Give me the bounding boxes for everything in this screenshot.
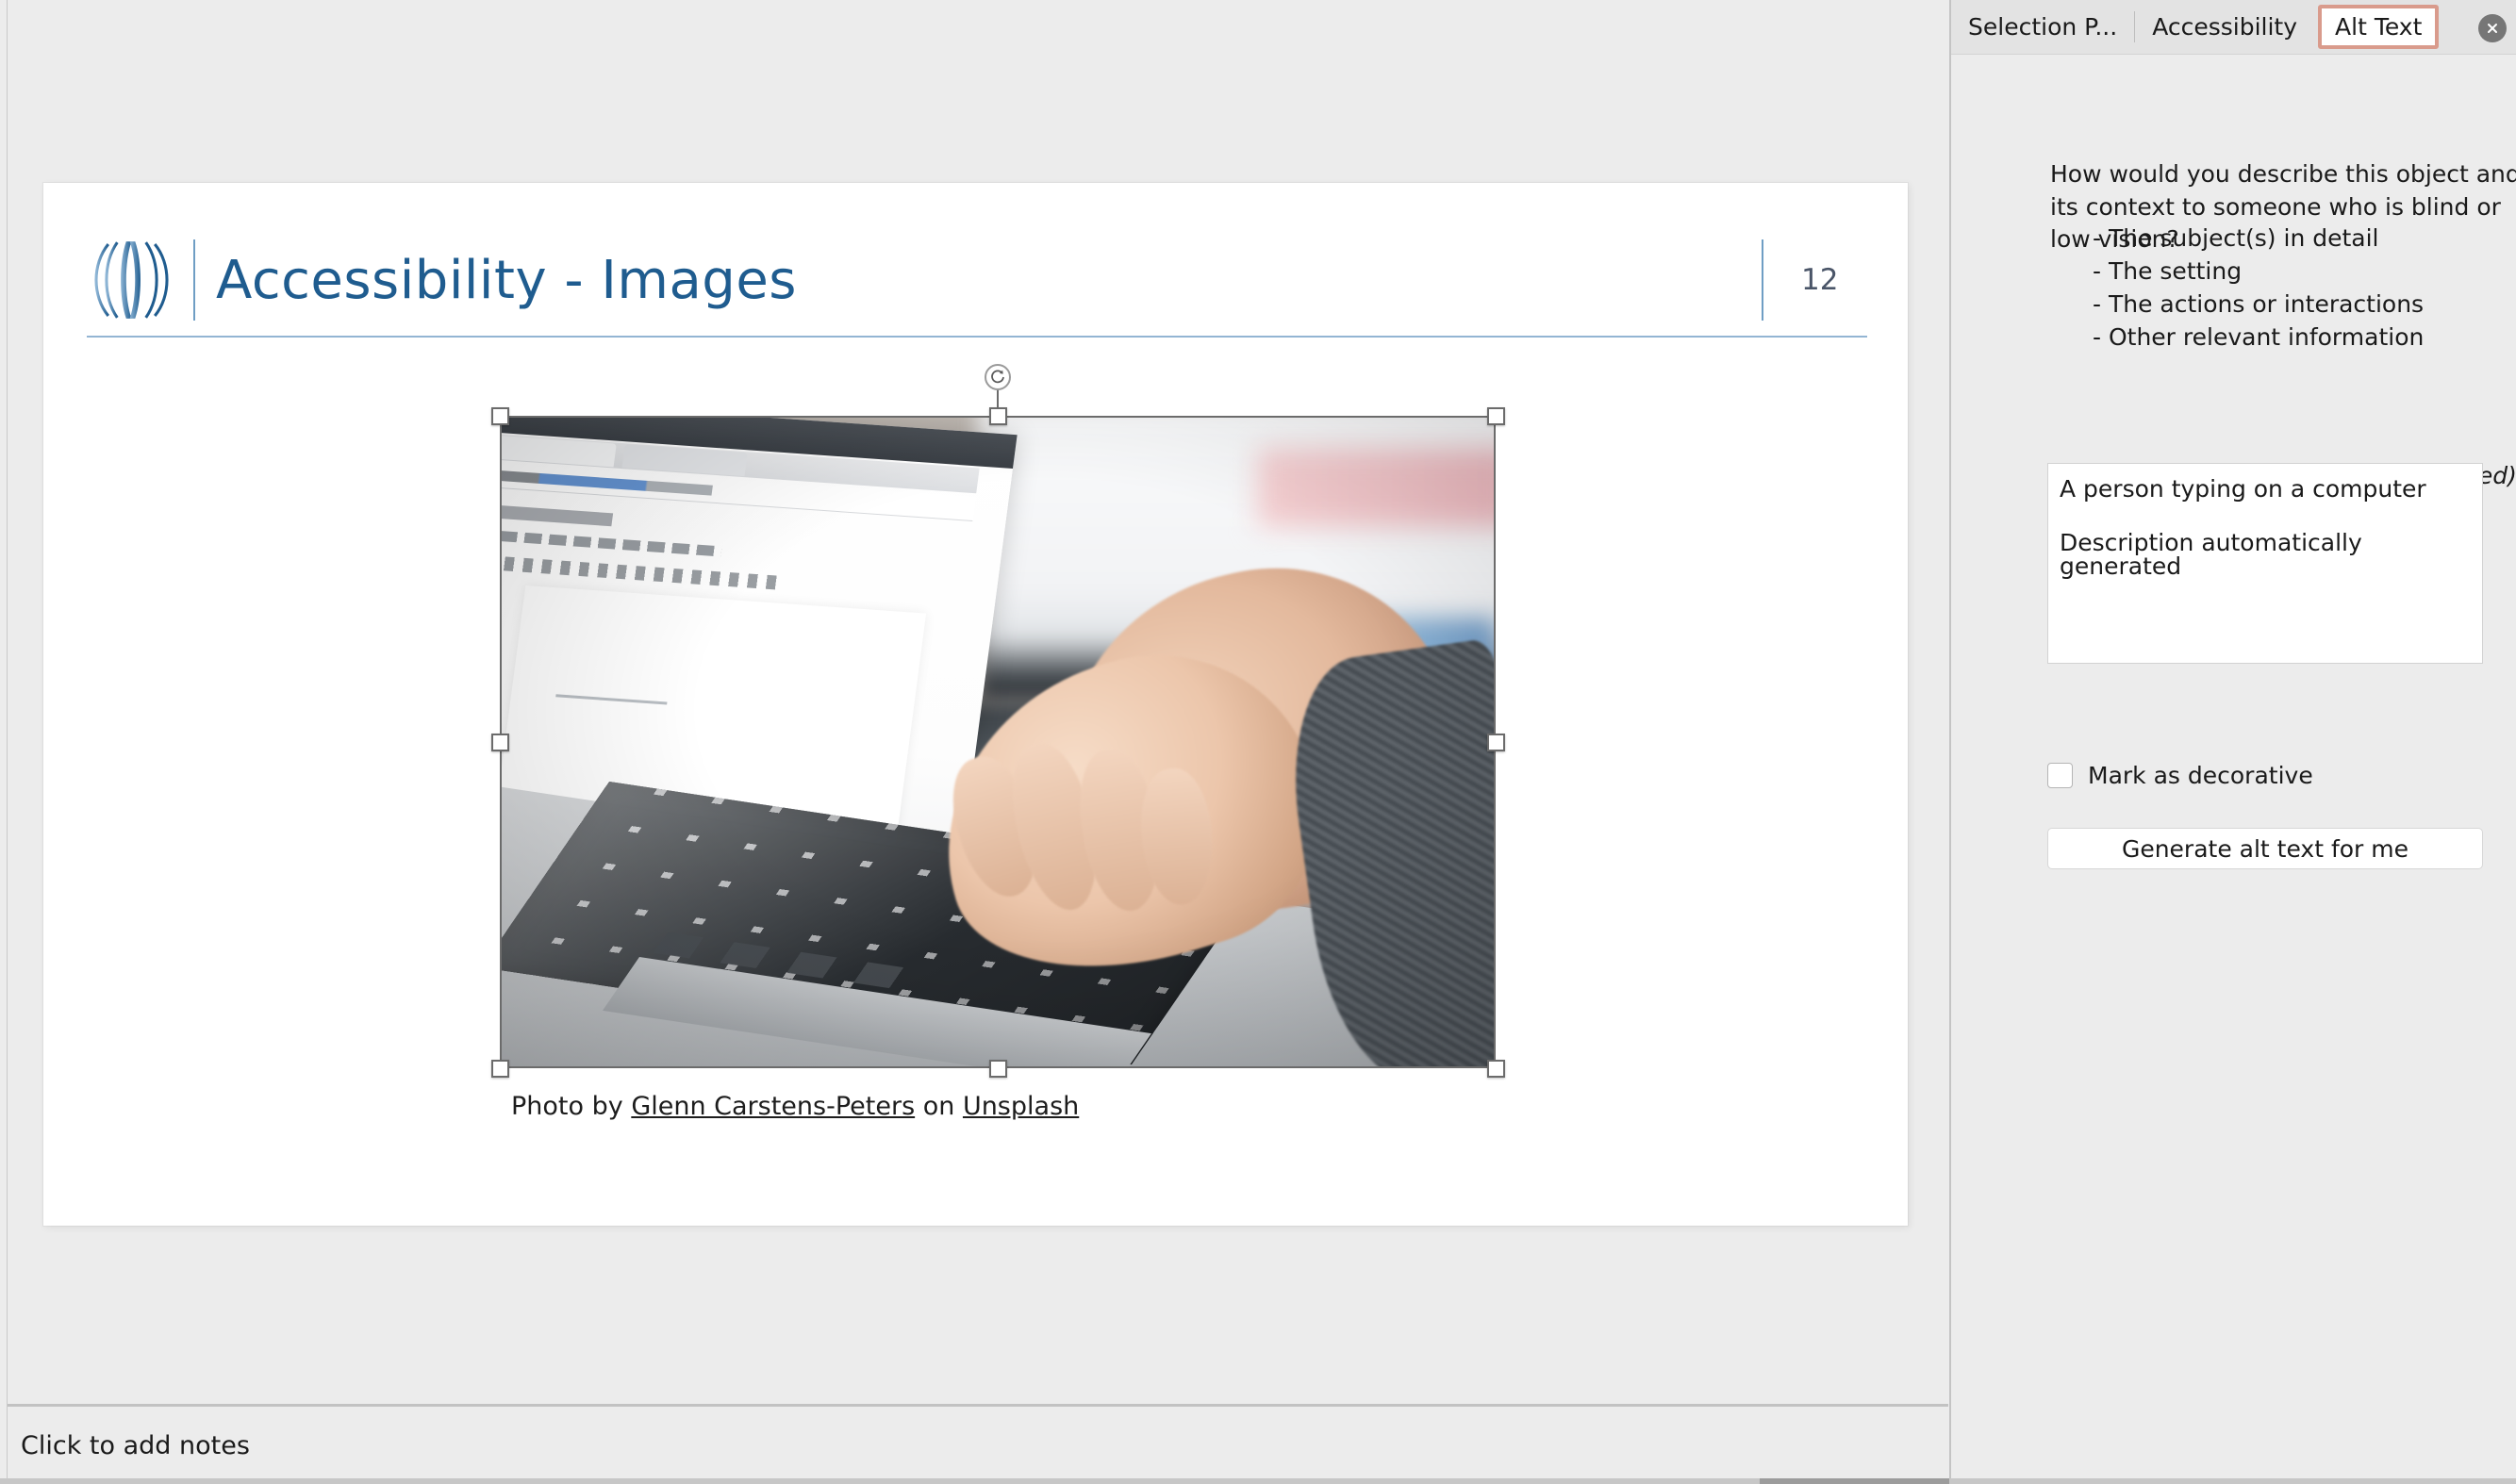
resize-handle-middle-left[interactable] bbox=[491, 734, 509, 751]
rotate-handle-icon[interactable] bbox=[985, 364, 1011, 390]
slide-image-laptop-typing[interactable] bbox=[500, 416, 1496, 1068]
alt-text-pane-body: How would you describe this object and i… bbox=[1951, 55, 2516, 1484]
mark-as-decorative-checkbox[interactable] bbox=[2047, 763, 2073, 788]
notes-placeholder[interactable]: Click to add notes bbox=[21, 1431, 250, 1460]
alt-text-input[interactable]: A person typing on a computer Descriptio… bbox=[2047, 463, 2483, 664]
tab-selection-pane[interactable]: Selection P... bbox=[1951, 0, 2134, 54]
resize-handle-top-left[interactable] bbox=[491, 407, 509, 425]
alt-text-task-pane: Selection P... Accessibility Alt Text Ho… bbox=[1949, 0, 2516, 1484]
slide-title-row[interactable]: Accessibility - Images 12 bbox=[87, 228, 1867, 332]
resize-handle-bottom-right[interactable] bbox=[1487, 1060, 1505, 1078]
task-pane-tabstrip: Selection P... Accessibility Alt Text bbox=[1951, 0, 2516, 55]
guidance-item: - The subject(s) in detail bbox=[2093, 224, 2379, 252]
caption-prefix: Photo by bbox=[511, 1092, 632, 1121]
slide-editor-area: Accessibility - Images 12 Photo by Glenn… bbox=[0, 0, 2118, 1484]
mark-as-decorative-row[interactable]: Mark as decorative bbox=[2047, 762, 2313, 789]
horizontal-scrollbar-track[interactable] bbox=[0, 1478, 1948, 1484]
image-caption[interactable]: Photo by Glenn Carstens-Peters on Unspla… bbox=[511, 1092, 1079, 1121]
slide-page-number: 12 bbox=[1801, 263, 1839, 297]
guidance-item: - The setting bbox=[2093, 257, 2243, 285]
globe-logo bbox=[94, 241, 169, 319]
resize-handle-top-center[interactable] bbox=[989, 407, 1007, 425]
resize-handle-middle-right[interactable] bbox=[1487, 734, 1505, 751]
close-icon bbox=[2488, 24, 2497, 33]
caption-source-link[interactable]: Unsplash bbox=[963, 1092, 1079, 1121]
guidance-item: - Other relevant information bbox=[2093, 323, 2425, 351]
tab-alt-text[interactable]: Alt Text bbox=[2318, 5, 2440, 49]
image-vignette bbox=[500, 416, 1496, 1068]
tab-accessibility[interactable]: Accessibility bbox=[2135, 0, 2314, 54]
alt-text-value-line: A person typing on a computer bbox=[2060, 475, 2426, 503]
caption-author-link[interactable]: Glenn Carstens-Peters bbox=[631, 1092, 915, 1121]
editor-left-rail bbox=[0, 0, 8, 1484]
title-underline bbox=[87, 336, 1867, 338]
guidance-item: - The actions or interactions bbox=[2093, 290, 2425, 318]
pane-bottom-bar bbox=[1949, 1478, 2516, 1484]
page-number-divider bbox=[1762, 239, 1763, 321]
generate-alt-text-button[interactable]: Generate alt text for me bbox=[2047, 828, 2483, 869]
title-divider bbox=[193, 239, 195, 321]
notes-pane[interactable] bbox=[8, 1407, 1948, 1484]
close-pane-button[interactable] bbox=[2478, 14, 2507, 42]
mark-as-decorative-label: Mark as decorative bbox=[2088, 762, 2313, 789]
caption-middle: on bbox=[915, 1092, 963, 1121]
rotate-icon bbox=[991, 370, 1004, 384]
resize-handle-bottom-center[interactable] bbox=[989, 1060, 1007, 1078]
resize-handle-bottom-left[interactable] bbox=[491, 1060, 509, 1078]
alt-text-guidance-list: - The subject(s) in detail - The setting… bbox=[2093, 222, 2424, 354]
alt-text-value-line: Description automatically generated bbox=[2060, 529, 2362, 580]
page-title: Accessibility - Images bbox=[216, 249, 797, 311]
resize-handle-top-right[interactable] bbox=[1487, 407, 1505, 425]
